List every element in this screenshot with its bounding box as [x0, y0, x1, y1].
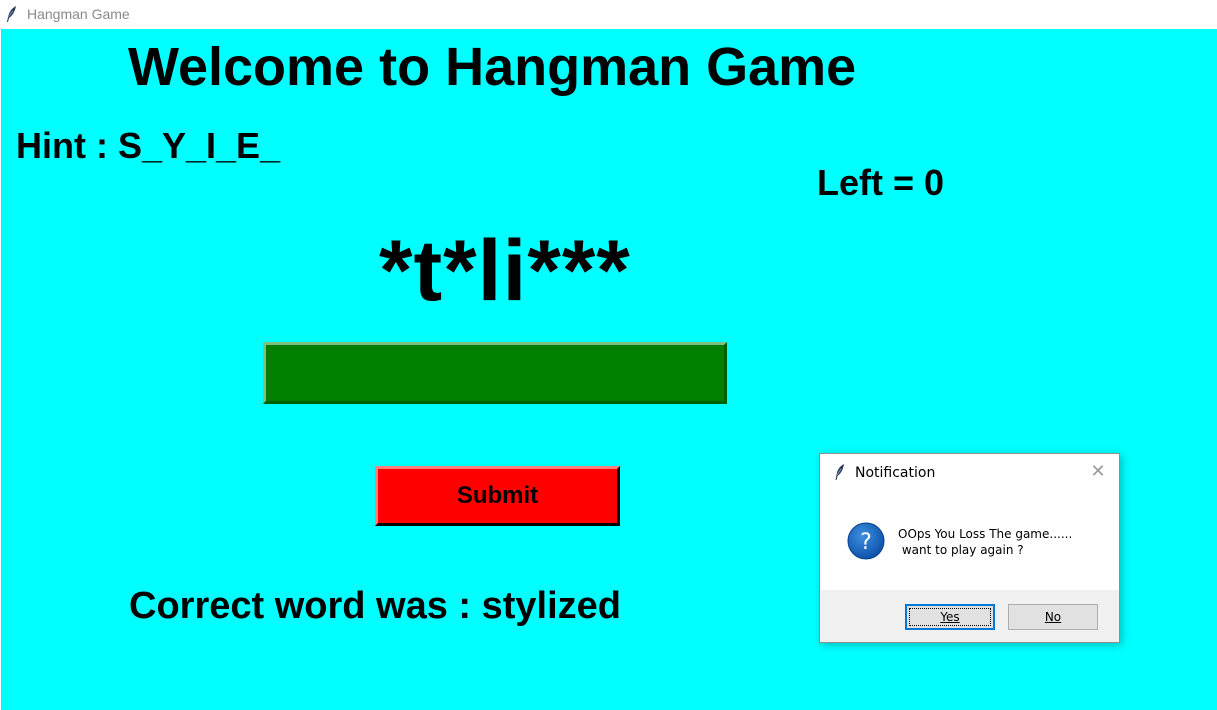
yes-button-label: Yes: [940, 610, 960, 624]
window-title: Hangman Game: [27, 6, 130, 22]
svg-text:?: ?: [860, 530, 872, 555]
attempts-left-label: Left = 0: [817, 162, 945, 203]
dialog-footer: Yes No: [820, 590, 1119, 642]
question-icon: ?: [847, 522, 885, 560]
close-icon[interactable]: ✕: [1088, 462, 1108, 482]
feather-icon: [835, 464, 844, 480]
notification-dialog: Notification ✕ ? OOps You Loss The game.…: [819, 453, 1120, 643]
yes-button[interactable]: Yes: [905, 604, 995, 630]
correct-word-label: Correct word was : stylized: [129, 585, 622, 627]
page-title: Welcome to Hangman Game: [128, 37, 857, 97]
no-button[interactable]: No: [1008, 604, 1098, 630]
dialog-title: Notification: [855, 465, 936, 481]
hint-label: Hint : S_Y_I_E_: [16, 125, 281, 166]
no-button-label: No: [1044, 610, 1062, 624]
feather-icon: [7, 6, 16, 22]
masked-word: *t*li***: [379, 223, 631, 319]
window-titlebar: Hangman Game: [0, 0, 1217, 29]
hangman-window: Hangman Game Welcome to Hangman Game Hin…: [0, 0, 1217, 710]
dialog-titlebar[interactable]: Notification ✕: [820, 454, 1119, 490]
guess-input[interactable]: [263, 342, 727, 404]
dialog-message: OOps You Loss The game...... want to pla…: [898, 527, 1073, 557]
submit-button[interactable]: Submit: [375, 466, 620, 526]
